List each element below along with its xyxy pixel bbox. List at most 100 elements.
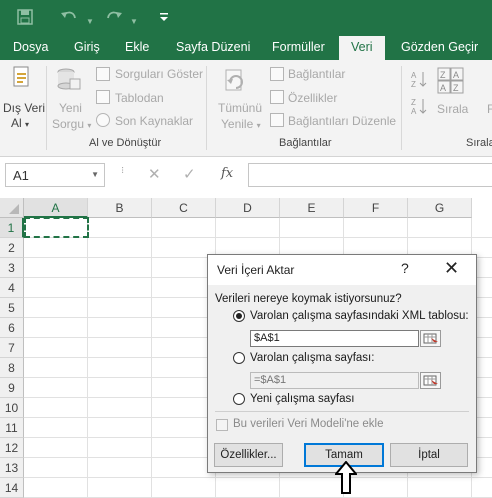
- up-arrow-icon: [335, 461, 357, 494]
- properties-label: Özellikler: [288, 91, 338, 105]
- grid-row-line: [24, 237, 492, 238]
- radio-existing-sheet-label[interactable]: Varolan çalışma sayfası:: [250, 352, 374, 364]
- row-header-13[interactable]: 13: [0, 458, 24, 478]
- row-header-12[interactable]: 12: [0, 438, 24, 458]
- data-model-checkbox[interactable]: [216, 419, 228, 431]
- row-header-2[interactable]: 2: [0, 238, 24, 258]
- row-header-3[interactable]: 3: [0, 258, 24, 278]
- customize-qat-icon[interactable]: [159, 11, 169, 29]
- tab-formuller[interactable]: Formüller: [272, 36, 325, 60]
- svg-text:A: A: [411, 71, 417, 80]
- row-header-6[interactable]: 6: [0, 318, 24, 338]
- tab-sayfa-duzeni[interactable]: Sayfa Düzeni: [176, 36, 250, 60]
- group-label-connections: Bağlantılar: [279, 137, 332, 149]
- column-header-f[interactable]: F: [344, 198, 408, 218]
- undo-dropdown-icon[interactable]: ▼: [86, 13, 94, 31]
- row-header-8[interactable]: 8: [0, 358, 24, 378]
- row-header-11[interactable]: 11: [0, 418, 24, 438]
- sort-descending-icon: ZA: [411, 98, 427, 115]
- undo-icon[interactable]: [60, 9, 78, 30]
- tab-veri[interactable]: Veri: [339, 36, 385, 60]
- xml-table-range-input[interactable]: $A$1: [250, 330, 419, 347]
- insert-function-button[interactable]: fx: [221, 166, 233, 181]
- sort-dialog-icon: Z AA Z: [437, 67, 464, 94]
- new-query-label-2: Sorgu ▾: [52, 117, 92, 131]
- svg-text:A: A: [440, 83, 446, 93]
- grid-column-line: [87, 218, 88, 498]
- radio-xml-table-label[interactable]: Varolan çalışma sayfasındaki XML tablosu…: [250, 310, 469, 322]
- radio-new-sheet-label[interactable]: Yeni çalışma sayfası: [250, 393, 354, 405]
- sort-label: Sırala: [437, 102, 469, 116]
- group-label-sort: Sırala: [466, 137, 492, 149]
- data-model-label: Bu verileri Veri Modeli'ne ekle: [233, 418, 384, 430]
- formula-input[interactable]: [248, 163, 492, 187]
- dialog-title-bar: Veri İçeri Aktar ? ✕: [208, 255, 476, 285]
- close-icon[interactable]: ✕: [444, 258, 459, 279]
- properties-icon: [270, 90, 284, 104]
- enter-icon[interactable]: ✓: [183, 165, 196, 183]
- external-data-icon: [13, 66, 29, 87]
- row-header-9[interactable]: 9: [0, 378, 24, 398]
- tab-giris[interactable]: Giriş: [74, 36, 100, 60]
- radio-new-sheet[interactable]: [233, 393, 245, 405]
- show-queries-label: Sorguları Göster: [115, 67, 204, 81]
- connections-icon: [270, 67, 284, 81]
- svg-text:Z: Z: [411, 98, 416, 107]
- redo-dropdown-icon[interactable]: ▼: [130, 13, 138, 31]
- column-header-d[interactable]: D: [216, 198, 280, 218]
- get-external-data-label-1: Dış Veri: [3, 101, 46, 115]
- cancel-icon[interactable]: ✕: [148, 165, 161, 183]
- save-icon[interactable]: [17, 9, 33, 30]
- name-box-dropdown-icon[interactable]: ▼: [91, 170, 99, 179]
- table-icon: [96, 90, 110, 104]
- tab-dosya[interactable]: Dosya: [13, 36, 48, 60]
- column-header-a[interactable]: A: [24, 198, 88, 218]
- row-header-1[interactable]: 1: [0, 218, 24, 238]
- tab-ekle[interactable]: Ekle: [125, 36, 149, 60]
- refresh-all-label-1: Tümünü: [218, 101, 263, 115]
- selected-cell-a1[interactable]: [24, 217, 89, 238]
- row-header-5[interactable]: 5: [0, 298, 24, 318]
- column-header-c[interactable]: C: [152, 198, 216, 218]
- name-box-value: A1: [13, 168, 29, 183]
- ribbon-separator: [206, 66, 207, 150]
- select-all-button[interactable]: [0, 198, 24, 218]
- column-header-g[interactable]: G: [408, 198, 472, 218]
- placement-question: Verileri nereye koymak istiyorsunuz?: [215, 293, 402, 305]
- tab-gozden-gecir[interactable]: Gözden Geçir: [401, 36, 478, 60]
- title-bar: ▼ ▼: [0, 0, 492, 36]
- row-header-14[interactable]: 14: [0, 478, 24, 498]
- get-external-data-label-2: Al ▾: [11, 116, 30, 130]
- column-header-b[interactable]: B: [88, 198, 152, 218]
- column-header-e[interactable]: E: [280, 198, 344, 218]
- dialog-divider: [215, 411, 469, 412]
- collapse-dialog-icon[interactable]: [420, 330, 441, 347]
- row-header-4[interactable]: 4: [0, 278, 24, 298]
- show-queries-icon: [96, 67, 110, 81]
- cancel-button[interactable]: İptal: [390, 443, 468, 467]
- help-icon[interactable]: ?: [401, 260, 409, 276]
- connections-label: Bağlantılar: [288, 67, 346, 81]
- refresh-icon: [225, 69, 243, 91]
- properties-dialog-button[interactable]: Özellikler...: [214, 443, 283, 467]
- existing-sheet-range-input[interactable]: =$A$1: [250, 372, 419, 389]
- import-data-dialog: Veri İçeri Aktar ? ✕ Verileri nereye koy…: [207, 254, 477, 473]
- name-box[interactable]: A1 ▼: [5, 163, 105, 187]
- dialog-title: Veri İçeri Aktar: [217, 263, 295, 277]
- radio-xml-table[interactable]: [233, 310, 245, 322]
- svg-text:Z: Z: [411, 80, 416, 88]
- edit-links-label: Bağlantıları Düzenle: [288, 114, 397, 128]
- sort-ascending-icon: AZ: [411, 71, 427, 88]
- svg-text:A: A: [453, 70, 459, 80]
- ribbon-tabs: Dosya Giriş Ekle Sayfa Düzeni Formüller …: [0, 36, 492, 60]
- recent-sources-icon: [96, 113, 110, 127]
- collapse-dialog-icon[interactable]: [420, 372, 441, 389]
- svg-text:A: A: [411, 107, 417, 115]
- redo-icon[interactable]: [105, 9, 123, 30]
- svg-text:Z: Z: [440, 70, 446, 80]
- row-header-10[interactable]: 10: [0, 398, 24, 418]
- row-header-7[interactable]: 7: [0, 338, 24, 358]
- radio-existing-sheet[interactable]: [233, 352, 245, 364]
- formula-bar-grip-icon[interactable]: ···: [117, 166, 128, 173]
- ribbon-separator: [46, 66, 47, 150]
